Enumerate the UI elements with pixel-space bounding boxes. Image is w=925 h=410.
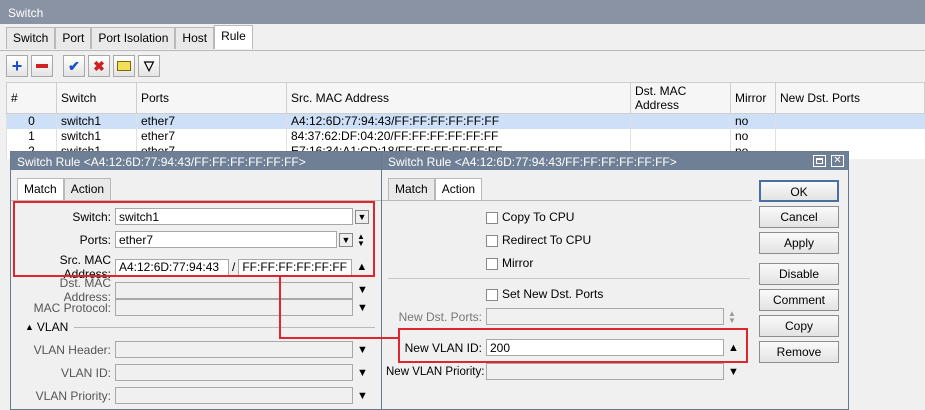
connector-line (279, 277, 398, 339)
highlight-connector (279, 277, 398, 339)
